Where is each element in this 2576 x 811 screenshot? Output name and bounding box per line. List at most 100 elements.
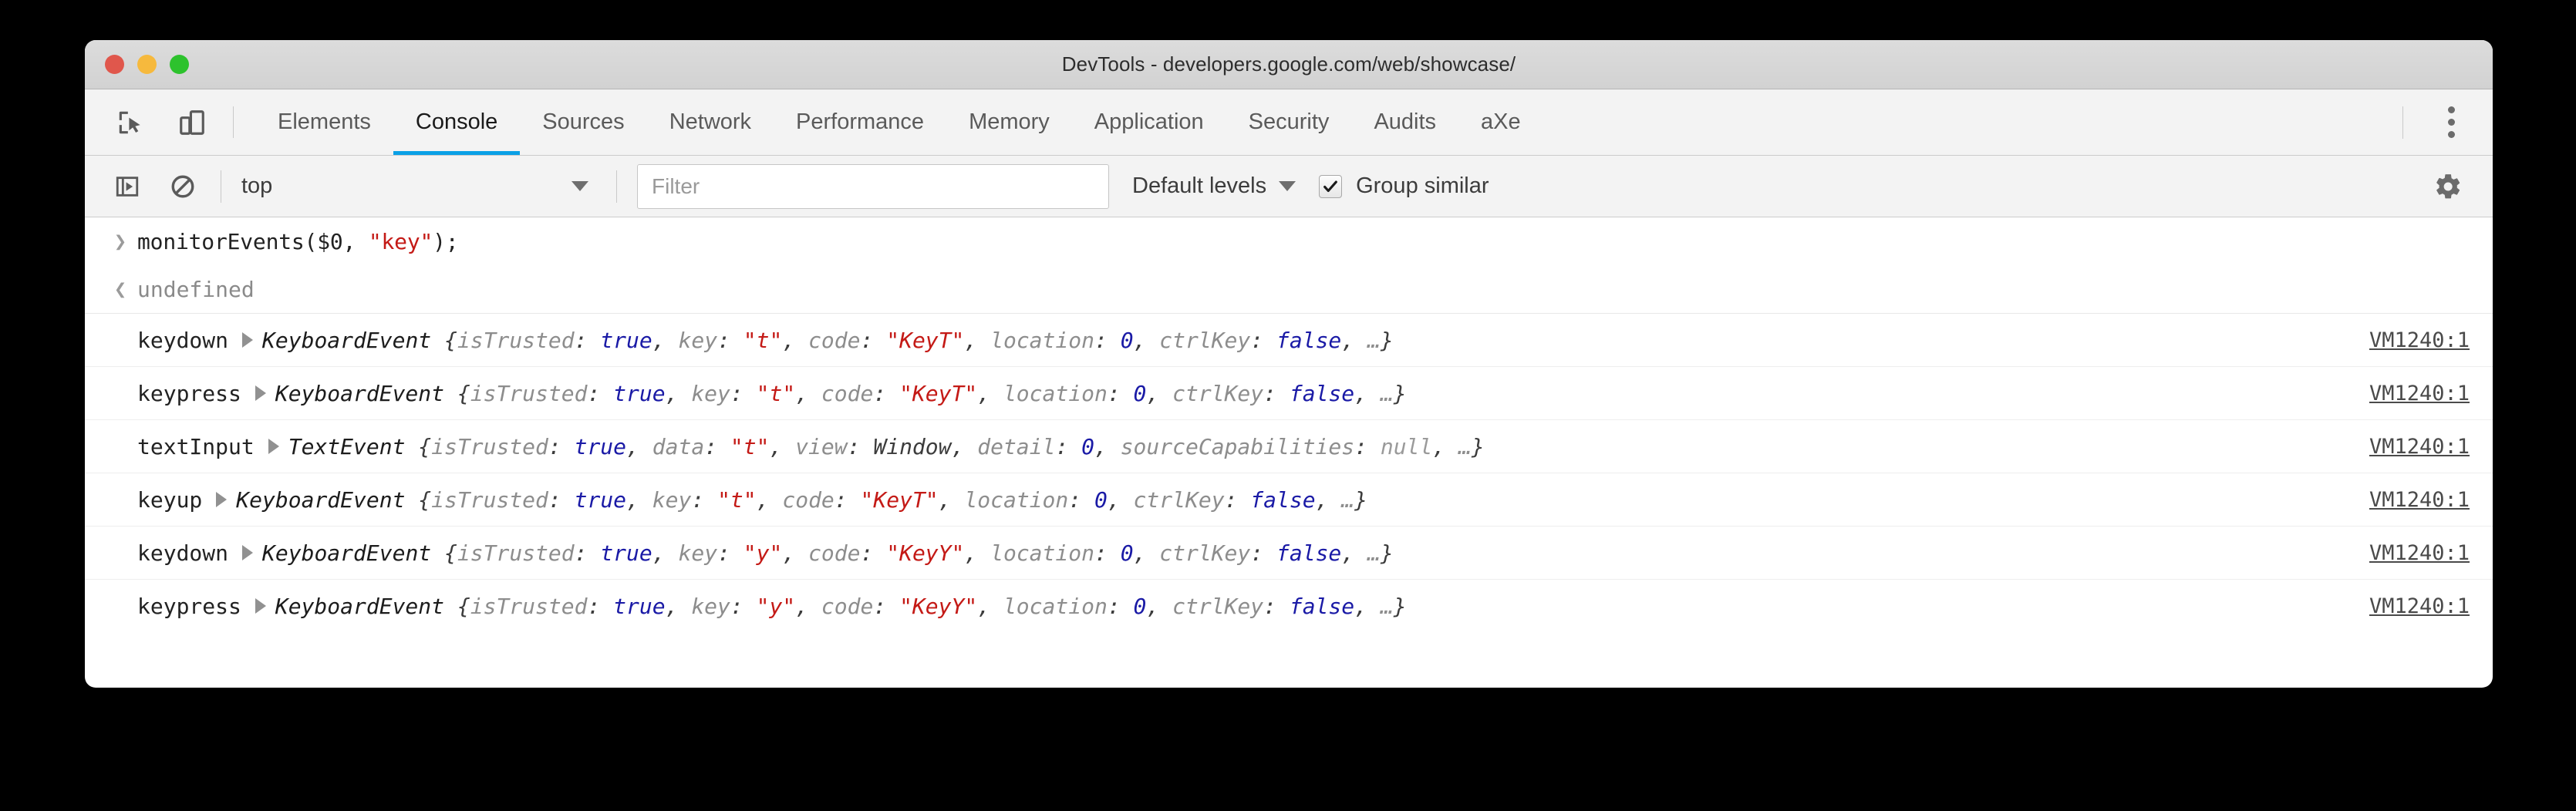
- event-constructor-name: KeyboardEvent: [262, 328, 431, 353]
- event-property-key: isTrusted: [457, 328, 575, 353]
- event-source-link[interactable]: VM1240:1: [2338, 382, 2470, 406]
- event-property-key: key: [691, 381, 730, 406]
- event-object-preview[interactable]: KeyboardEvent {isTrusted: true, key: "t"…: [262, 328, 1394, 353]
- gear-icon[interactable]: [2426, 165, 2470, 208]
- event-property-key: isTrusted: [470, 594, 588, 619]
- event-property-value: false: [1290, 594, 1354, 619]
- event-property-value: false: [1276, 540, 1341, 566]
- tab-elements[interactable]: Elements: [255, 89, 393, 155]
- zoom-window-button[interactable]: [170, 55, 189, 74]
- event-property-value: "KeyT": [886, 328, 964, 353]
- event-property-value: true: [600, 540, 652, 566]
- event-property-key: ctrlKey: [1172, 381, 1263, 406]
- inspect-element-icon[interactable]: [113, 105, 148, 140]
- devtools-tabbar: Elements Console Sources Network Perform…: [85, 89, 2493, 156]
- event-property-key: code: [821, 594, 873, 619]
- result-marker: ❮: [103, 279, 137, 300]
- event-object-preview[interactable]: KeyboardEvent {isTrusted: true, key: "t"…: [275, 381, 1407, 406]
- event-property-value: "KeyT": [899, 381, 977, 406]
- event-property-key: code: [821, 381, 873, 406]
- tab-sources[interactable]: Sources: [520, 89, 646, 155]
- tab-label: Performance: [796, 109, 924, 135]
- console-event-row: keypressKeyboardEvent {isTrusted: true, …: [85, 579, 2493, 632]
- event-property-value: 0: [1134, 594, 1147, 619]
- close-window-button[interactable]: [105, 55, 124, 74]
- event-property-value: true: [575, 487, 626, 513]
- event-type-label: keydown: [137, 328, 228, 353]
- event-source-link[interactable]: VM1240:1: [2338, 541, 2470, 565]
- console-input-text[interactable]: monitorEvents($0, "key");: [137, 229, 458, 254]
- tab-label: Security: [1249, 109, 1330, 135]
- expand-object-icon[interactable]: [242, 332, 253, 348]
- event-property-value: false: [1290, 381, 1354, 406]
- event-properties-ellipsis: …: [1381, 381, 1394, 406]
- event-source-link[interactable]: VM1240:1: [2338, 594, 2470, 618]
- console-event-list: keydown KeyboardEvent {isTrusted: true, k…: [85, 313, 2493, 632]
- window-title: DevTools - developers.google.com/web/sho…: [85, 52, 2493, 76]
- toolbar-divider-2: [616, 170, 617, 203]
- event-object-preview[interactable]: KeyboardEvent {isTrusted: true, key: "y"…: [275, 594, 1407, 619]
- event-property-key: code: [782, 487, 834, 513]
- event-property-value: "KeyY": [899, 594, 977, 619]
- expand-object-icon[interactable]: [242, 545, 253, 560]
- input-string: "key": [369, 229, 433, 254]
- tab-audits[interactable]: Audits: [1351, 89, 1458, 155]
- event-object-preview[interactable]: KeyboardEvent {isTrusted: true, key: "t"…: [236, 487, 1367, 513]
- event-property-value: 0: [1094, 487, 1108, 513]
- filter-input[interactable]: Filter: [637, 164, 1109, 209]
- event-property-value: "t": [757, 381, 796, 406]
- execution-context-selector[interactable]: top: [241, 173, 596, 199]
- tabbar-tools: [85, 89, 210, 155]
- event-property-key: ctrlKey: [1134, 487, 1225, 513]
- event-type-label: keydown: [137, 540, 228, 566]
- tab-application[interactable]: Application: [1072, 89, 1226, 155]
- tabbar-divider: [233, 106, 234, 138]
- tab-memory[interactable]: Memory: [946, 89, 1072, 155]
- tab-network[interactable]: Network: [647, 89, 774, 155]
- clear-console-icon[interactable]: [165, 169, 201, 204]
- traffic-lights: [85, 55, 189, 74]
- expand-object-icon[interactable]: [216, 492, 227, 507]
- event-source-link[interactable]: VM1240:1: [2338, 328, 2470, 352]
- tab-label: Memory: [969, 109, 1050, 135]
- event-source-link[interactable]: VM1240:1: [2338, 435, 2470, 459]
- prompt-marker: ❯: [103, 231, 137, 252]
- event-object-preview[interactable]: KeyboardEvent {isTrusted: true, key: "y"…: [262, 540, 1394, 566]
- event-property-value: false: [1276, 328, 1341, 353]
- device-toolbar-icon[interactable]: [174, 105, 210, 140]
- expand-object-icon[interactable]: [268, 439, 279, 454]
- event-object-preview[interactable]: TextEvent {isTrusted: true, data: "t", v…: [288, 434, 1485, 459]
- more-options-icon[interactable]: [2429, 101, 2473, 144]
- input-post: );: [433, 229, 458, 254]
- console-sidebar-icon[interactable]: [110, 169, 145, 204]
- event-property-key: isTrusted: [431, 487, 548, 513]
- group-similar-checkbox[interactable]: [1319, 175, 1342, 198]
- event-constructor-name: KeyboardEvent: [262, 540, 431, 566]
- minimize-window-button[interactable]: [137, 55, 157, 74]
- event-property-key: code: [808, 540, 860, 566]
- event-property-key: location: [1003, 594, 1108, 619]
- log-levels-dropdown[interactable]: Default levels: [1132, 173, 1296, 199]
- execution-context-value: top: [241, 173, 572, 199]
- event-constructor-name: TextEvent: [288, 434, 406, 459]
- input-pre: monitorEvents($0,: [137, 229, 369, 254]
- group-similar-toggle[interactable]: Group similar: [1319, 173, 1489, 199]
- console-messages: ❯ monitorEvents($0, "key"); ❮ undefined …: [85, 217, 2493, 632]
- expand-object-icon[interactable]: [255, 385, 266, 401]
- tab-security[interactable]: Security: [1226, 89, 1352, 155]
- event-property-value: true: [613, 381, 665, 406]
- event-property-key: location: [990, 540, 1094, 566]
- tab-console[interactable]: Console: [393, 89, 520, 155]
- event-property-value: "t": [730, 434, 770, 459]
- event-property-value: 0: [1121, 328, 1134, 353]
- tab-axe[interactable]: aXe: [1458, 89, 1543, 155]
- event-property-key: key: [678, 540, 717, 566]
- expand-object-icon[interactable]: [255, 598, 266, 614]
- tab-performance[interactable]: Performance: [774, 89, 946, 155]
- event-properties-ellipsis: …: [1367, 328, 1381, 353]
- tab-label: Audits: [1374, 109, 1436, 135]
- event-property-key: detail: [977, 434, 1055, 459]
- chevron-down-icon: [1279, 181, 1296, 191]
- event-property-value: "y": [757, 594, 796, 619]
- event-source-link[interactable]: VM1240:1: [2338, 488, 2470, 512]
